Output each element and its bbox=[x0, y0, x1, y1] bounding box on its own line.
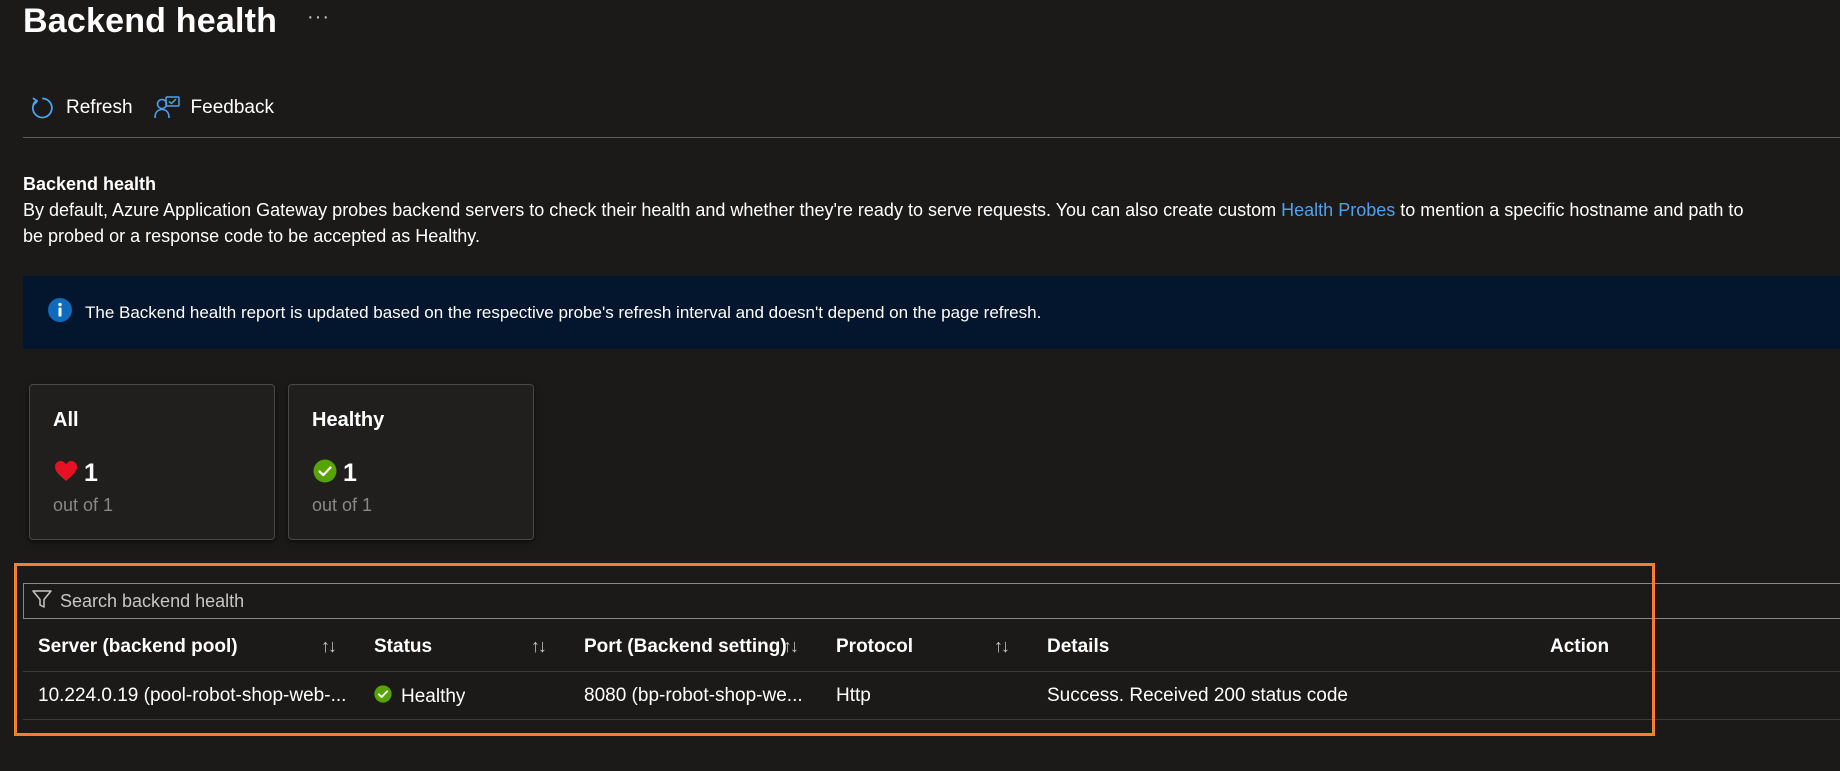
feedback-icon bbox=[153, 95, 181, 121]
header-divider bbox=[23, 671, 1840, 672]
sort-protocol-icon[interactable]: ↑↓ bbox=[994, 636, 1010, 657]
row-divider bbox=[23, 719, 1840, 720]
title-row: Backend health bbox=[23, 2, 277, 41]
description: Backend health By default, Azure Applica… bbox=[23, 171, 1840, 249]
check-circle-icon bbox=[313, 459, 337, 488]
cell-port: 8080 (bp-robot-shop-we... bbox=[584, 685, 803, 706]
summary-card-all[interactable]: All 1 out of 1 bbox=[29, 384, 275, 540]
feedback-label: Feedback bbox=[190, 97, 274, 118]
description-line-2: be probed or a response code to be accep… bbox=[23, 226, 480, 246]
column-header-server: Server (backend pool) bbox=[38, 636, 238, 657]
refresh-icon bbox=[30, 95, 56, 121]
page-title: Backend health bbox=[23, 2, 278, 40]
info-icon bbox=[47, 297, 73, 328]
cell-status: Healthy bbox=[374, 685, 465, 709]
cell-details: Success. Received 200 status code bbox=[1047, 685, 1349, 706]
sort-status-icon[interactable]: ↑↓ bbox=[531, 636, 547, 657]
column-header-port: Port (Backend setting) bbox=[584, 636, 787, 657]
filter-icon bbox=[31, 588, 53, 615]
page: Backend health ··· Refresh Feedback Back… bbox=[0, 0, 1840, 771]
more-options-button[interactable]: ··· bbox=[307, 6, 330, 29]
toolbar-divider bbox=[23, 137, 1840, 138]
search-input[interactable] bbox=[60, 590, 660, 612]
column-header-protocol: Protocol bbox=[836, 636, 914, 657]
cell-protocol: Http bbox=[836, 685, 871, 706]
column-header-details: Details bbox=[1047, 636, 1110, 657]
card-count-row: 1 bbox=[54, 459, 98, 488]
status-label: Healthy bbox=[401, 686, 466, 707]
search-bar bbox=[23, 583, 1840, 619]
feedback-button[interactable]: Feedback bbox=[153, 95, 274, 121]
card-subtext: out of 1 bbox=[53, 495, 114, 515]
description-text-2: to mention a specific hostname and path … bbox=[1395, 200, 1744, 220]
toolbar: Refresh Feedback bbox=[30, 95, 274, 121]
refresh-button[interactable]: Refresh bbox=[30, 95, 133, 121]
info-banner: The Backend health report is updated bas… bbox=[23, 276, 1840, 349]
heart-icon bbox=[54, 460, 78, 487]
summary-card-healthy[interactable]: Healthy 1 out of 1 bbox=[288, 384, 534, 540]
card-count: 1 bbox=[343, 459, 357, 487]
card-subtext: out of 1 bbox=[312, 495, 373, 515]
description-title: Backend health bbox=[23, 174, 157, 194]
info-banner-text: The Backend health report is updated bas… bbox=[85, 302, 1042, 322]
sort-server-icon[interactable]: ↑↓ bbox=[321, 636, 337, 657]
health-probes-link[interactable]: Health Probes bbox=[1281, 200, 1395, 220]
refresh-label: Refresh bbox=[66, 97, 133, 118]
cell-server: 10.224.0.19 (pool-robot-shop-web-... bbox=[38, 685, 347, 706]
column-header-status: Status bbox=[374, 636, 433, 657]
card-title: All bbox=[53, 409, 79, 431]
description-text-1: By default, Azure Application Gateway pr… bbox=[23, 200, 1282, 220]
sort-port-icon[interactable]: ↑↓ bbox=[783, 636, 799, 657]
card-count: 1 bbox=[84, 459, 98, 487]
column-header-action: Action bbox=[1550, 636, 1610, 657]
card-count-row: 1 bbox=[313, 459, 357, 488]
card-title: Healthy bbox=[312, 409, 385, 431]
healthy-status-icon bbox=[374, 685, 392, 709]
description-line-1: By default, Azure Application Gateway pr… bbox=[23, 197, 1840, 223]
